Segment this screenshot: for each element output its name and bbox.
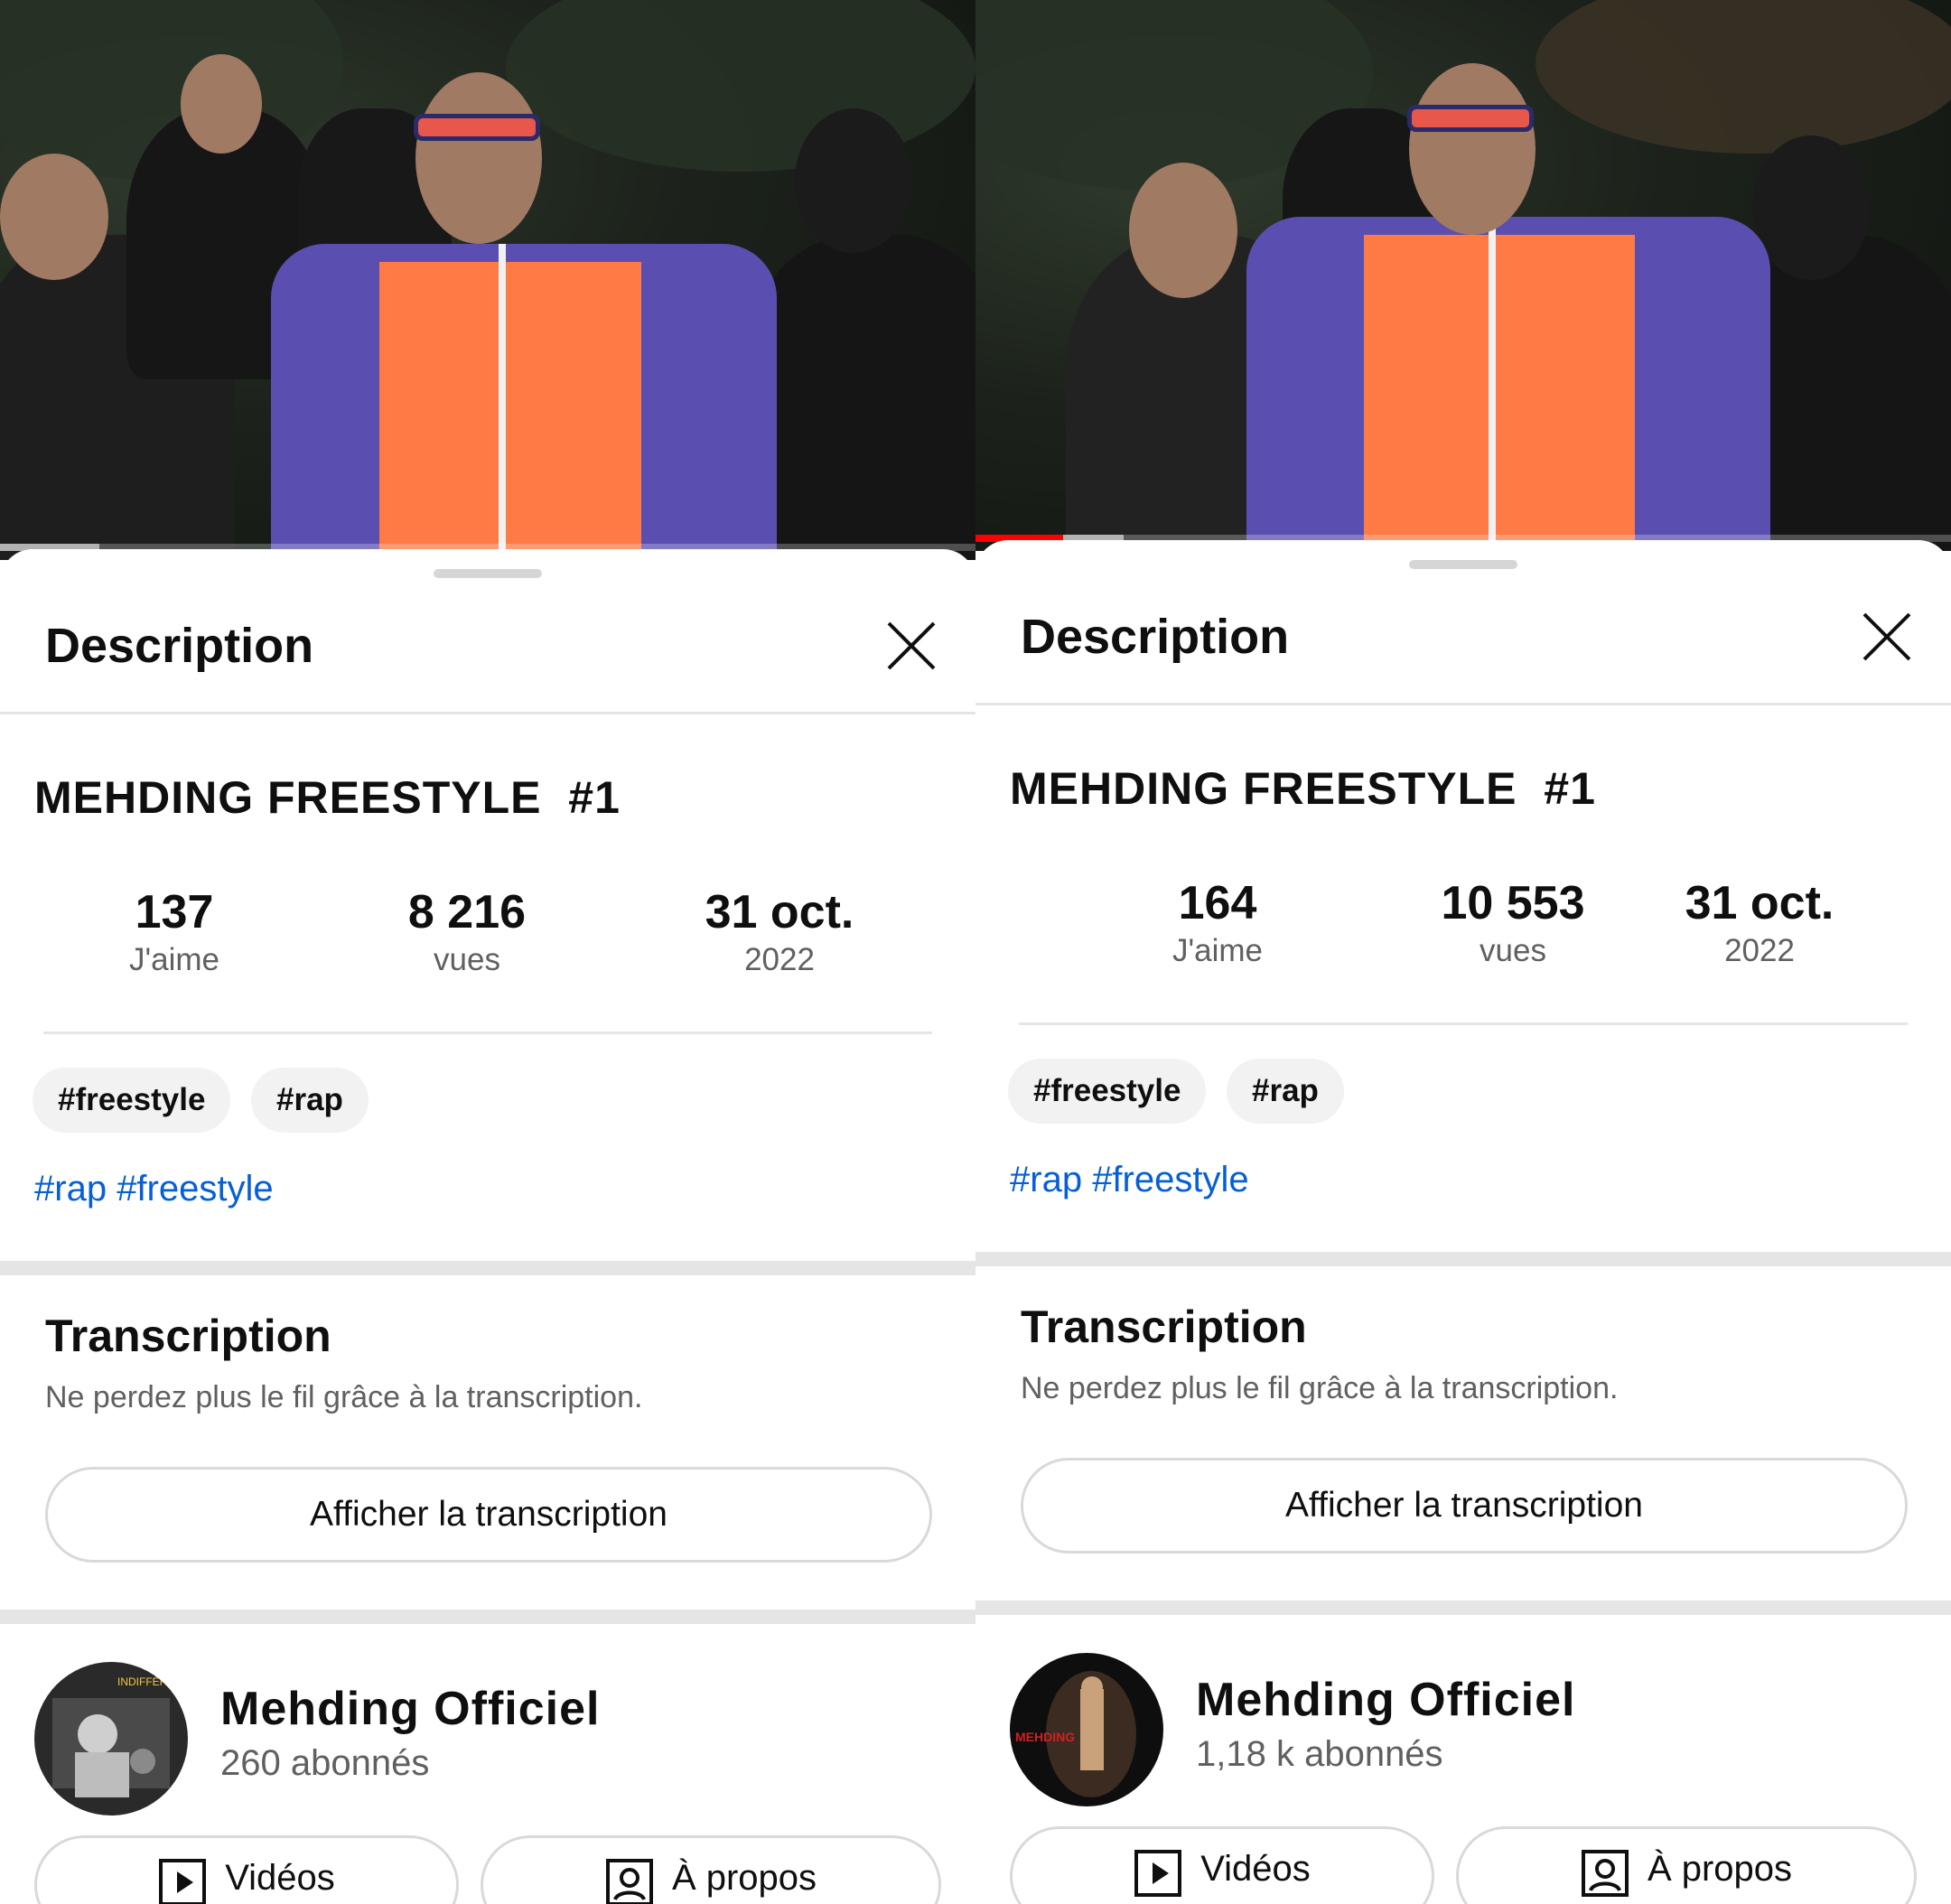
- close-icon[interactable]: [885, 620, 938, 672]
- divider: [0, 712, 976, 714]
- avatar-logo-text: MEHDING: [1015, 1730, 1075, 1744]
- stat-likes: 164 J'aime: [1082, 876, 1353, 972]
- hashtag-link-rap[interactable]: #rap: [1010, 1160, 1082, 1199]
- hashtag-link-rap[interactable]: #rap: [34, 1169, 107, 1209]
- description-sheet: Description MEHDING FREESTYLE #1 137 J'a…: [0, 549, 976, 1904]
- play-square-icon: [1134, 1850, 1182, 1897]
- publish-year: 2022: [744, 942, 815, 977]
- jacket-panel: [379, 262, 641, 560]
- masked-head: [795, 108, 912, 253]
- videos-label: Vidéos: [225, 1858, 335, 1898]
- transcript-title: Transcription: [45, 1311, 331, 1361]
- divider: [976, 703, 1951, 705]
- description-sheet: Description MEHDING FREESTYLE #1 164 J'a…: [976, 540, 1951, 1904]
- person-square-icon: [605, 1859, 653, 1904]
- stat-views: 10 553 vues: [1377, 876, 1648, 972]
- likes-label: J'aime: [1172, 933, 1264, 968]
- video-player[interactable]: [976, 0, 1951, 551]
- videos-button[interactable]: Vidéos: [1010, 1826, 1434, 1904]
- divider: [1019, 1022, 1908, 1025]
- sheet-title: Description: [1021, 610, 1290, 664]
- jacket-panel: [1364, 235, 1635, 551]
- channel-name[interactable]: Mehding Officiel: [1196, 1673, 1575, 1727]
- hashtag-link-freestyle[interactable]: #freestyle: [1092, 1160, 1248, 1199]
- stat-views: 8 216 vues: [331, 885, 602, 981]
- avatar-logo-text: INDIFFÉRENT: [117, 1675, 188, 1688]
- videos-button[interactable]: Vidéos: [34, 1835, 459, 1904]
- publish-year: 2022: [1724, 933, 1795, 968]
- masked-head: [1752, 135, 1870, 280]
- sheet-title: Description: [45, 619, 314, 673]
- person-head: [1129, 163, 1237, 298]
- panel-left: Description MEHDING FREESTYLE #1 137 J'a…: [0, 0, 976, 1904]
- views-label: vues: [1480, 933, 1546, 968]
- section-divider: [0, 1261, 976, 1275]
- sunglasses: [1407, 105, 1534, 132]
- about-button[interactable]: À propos: [1456, 1826, 1917, 1904]
- panel-right: Description MEHDING FREESTYLE #1 164 J'a…: [976, 0, 1951, 1904]
- drag-handle[interactable]: [434, 569, 542, 578]
- stat-date: 31 oct. 2022: [644, 885, 915, 981]
- publish-date: 31 oct.: [1685, 877, 1834, 929]
- drag-handle[interactable]: [1409, 560, 1517, 569]
- about-button[interactable]: À propos: [481, 1835, 941, 1904]
- publish-date: 31 oct.: [705, 886, 854, 938]
- stat-likes: 137 J'aime: [39, 885, 310, 981]
- sunglasses: [414, 114, 540, 141]
- likes-count: 137: [135, 886, 214, 938]
- channel-name[interactable]: Mehding Officiel: [220, 1682, 600, 1736]
- chip-rap[interactable]: #rap: [1227, 1059, 1344, 1124]
- likes-label: J'aime: [128, 942, 220, 977]
- hashtag-links: #rap #freestyle: [34, 1169, 274, 1209]
- person-head: [181, 54, 262, 154]
- about-label: À propos: [671, 1858, 817, 1898]
- show-transcript-button[interactable]: Afficher la transcription: [1021, 1458, 1908, 1554]
- channel-avatar[interactable]: MEHDING: [1010, 1653, 1163, 1806]
- chip-rap[interactable]: #rap: [251, 1068, 369, 1133]
- jacket-zip: [499, 244, 506, 560]
- transcript-subtitle: Ne perdez plus le fil grâce à la transcr…: [45, 1380, 643, 1414]
- video-title: MEHDING FREESTYLE #1: [1010, 763, 1596, 814]
- stat-date: 31 oct. 2022: [1624, 876, 1895, 972]
- section-divider: [976, 1601, 1951, 1615]
- rapper-head: [1409, 63, 1536, 235]
- play-square-icon: [159, 1859, 207, 1904]
- section-divider: [0, 1610, 976, 1624]
- foliage: [1536, 0, 1951, 154]
- show-transcript-button[interactable]: Afficher la transcription: [45, 1467, 932, 1563]
- subscriber-count: 260 abonnés: [220, 1743, 430, 1783]
- video-title: MEHDING FREESTYLE #1: [34, 772, 621, 823]
- rapper-head: [415, 72, 542, 244]
- divider: [43, 1031, 932, 1034]
- jacket-zip: [1489, 217, 1496, 551]
- chip-freestyle[interactable]: #freestyle: [33, 1068, 231, 1133]
- about-label: À propos: [1647, 1849, 1793, 1889]
- hashtag-links: #rap #freestyle: [1010, 1160, 1249, 1200]
- chip-freestyle[interactable]: #freestyle: [1008, 1059, 1207, 1124]
- views-count: 8 216: [407, 886, 527, 938]
- likes-count: 164: [1178, 877, 1257, 929]
- hashtag-link-freestyle[interactable]: #freestyle: [117, 1169, 273, 1209]
- channel-avatar[interactable]: INDIFFÉRENT: [34, 1662, 188, 1815]
- section-divider: [976, 1252, 1951, 1266]
- views-count: 10 553: [1441, 877, 1585, 929]
- views-label: vues: [434, 942, 500, 977]
- subscriber-count: 1,18 k abonnés: [1196, 1734, 1443, 1774]
- close-icon[interactable]: [1861, 611, 1913, 663]
- transcript-subtitle: Ne perdez plus le fil grâce à la transcr…: [1021, 1371, 1619, 1405]
- video-player[interactable]: [0, 0, 976, 560]
- transcript-title: Transcription: [1021, 1302, 1307, 1352]
- person-head: [0, 154, 108, 280]
- videos-label: Vidéos: [1200, 1849, 1311, 1889]
- person-square-icon: [1581, 1850, 1629, 1897]
